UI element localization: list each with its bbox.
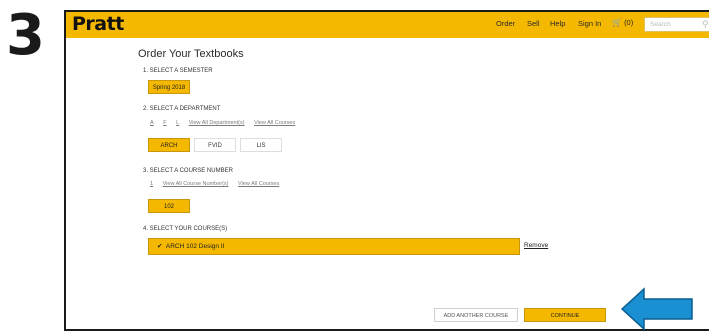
pratt-logo[interactable]: Pratt [72, 13, 124, 35]
department-filter-links: A F L View All Department(s) View All Co… [150, 120, 303, 126]
dept-arch-button[interactable]: ARCH [148, 138, 190, 152]
course-number-102-button[interactable]: 102 [148, 199, 190, 213]
continue-button[interactable]: CONTINUE [524, 308, 606, 322]
nav-sell[interactable]: Sell [527, 19, 540, 28]
cart-button[interactable]: 🛒 (0) [612, 18, 633, 27]
remove-course-link[interactable]: Remove [524, 242, 548, 249]
view-all-course-numbers-link[interactable]: View All Course Number(s) [163, 181, 229, 187]
nav-sign-in[interactable]: Sign In [578, 19, 601, 28]
selected-course-text: ARCH 102 Design II [165, 243, 225, 250]
your-courses-label: 4. SELECT YOUR COURSE(S) [143, 226, 228, 232]
filter-1-link[interactable]: 1 [150, 181, 153, 187]
course-number-filter-links: 1 View All Course Number(s) View All Cou… [150, 181, 287, 187]
checkmark-icon: ✔ [157, 243, 163, 250]
search-placeholder: Search [650, 21, 671, 28]
dept-fvid-button[interactable]: FVID [194, 138, 236, 152]
pointer-arrow-icon [620, 287, 693, 331]
browser-frame: Pratt Order Sell Help Sign In 🛒 (0) Sear… [64, 10, 709, 331]
semester-label: 1. SELECT A SEMESTER [143, 68, 213, 74]
page-title: Order Your Textbooks [138, 48, 244, 60]
dept-lis-button[interactable]: LIS [240, 138, 282, 152]
step-number: 3 [6, 3, 45, 68]
view-all-courses-link-2[interactable]: View All Courses [238, 181, 279, 187]
nav-help[interactable]: Help [550, 19, 565, 28]
nav-order[interactable]: Order [496, 19, 515, 28]
view-all-departments-link[interactable]: View All Department(s) [189, 120, 245, 126]
add-another-course-button[interactable]: ADD ANOTHER COURSE [434, 308, 518, 322]
cart-icon: 🛒 [612, 18, 622, 27]
department-label: 2. SELECT A DEPARTMENT [143, 106, 221, 112]
semester-spring-2018-button[interactable]: Spring 2018 [148, 80, 190, 94]
filter-f-link[interactable]: F [163, 120, 166, 126]
top-nav-bar: Pratt Order Sell Help Sign In 🛒 (0) Sear… [66, 12, 709, 38]
filter-l-link[interactable]: L [176, 120, 179, 126]
view-all-courses-link[interactable]: View All Courses [254, 120, 295, 126]
search-icon[interactable]: ⚲ [702, 19, 709, 30]
search-input[interactable]: Search ⚲ [644, 17, 709, 32]
selected-course-row[interactable]: ✔ ARCH 102 Design II [148, 238, 520, 255]
filter-a-link[interactable]: A [150, 120, 154, 126]
course-number-label: 3. SELECT A COURSE NUMBER [143, 168, 233, 174]
cart-count: (0) [624, 18, 634, 27]
